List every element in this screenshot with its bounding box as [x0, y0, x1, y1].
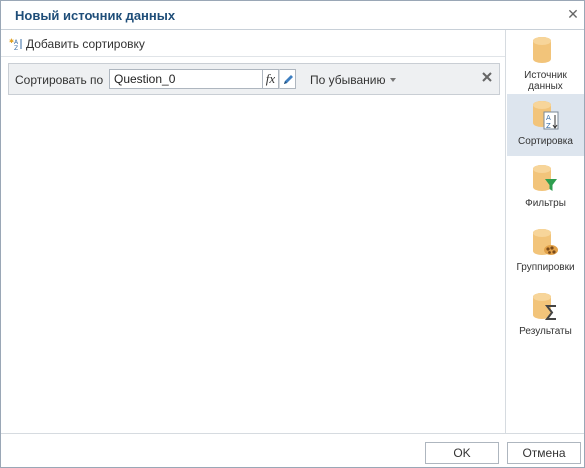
svg-text:Z: Z: [14, 45, 18, 51]
database-sum-icon: [533, 293, 556, 320]
sidebar-item-label: Результаты: [519, 326, 572, 337]
add-sort-button[interactable]: ✱ A Z Добавить сортировку: [9, 35, 145, 53]
sidebar-item-data-source[interactable]: Источник данных: [507, 30, 584, 92]
dialog-window: Новый источник данных ✕ ✱ A Z Добавить с…: [0, 0, 585, 468]
sidebar-item-sort[interactable]: A Z Сортировка: [507, 94, 584, 156]
database-filter-icon: [533, 165, 557, 191]
database-group-icon: [533, 229, 558, 255]
close-dialog-icon[interactable]: ✕: [566, 7, 580, 21]
sidebar-item-label: Фильтры: [525, 198, 566, 209]
sort-by-label: Сортировать по: [15, 73, 104, 87]
ok-button[interactable]: OK: [425, 442, 499, 464]
sidebar-item-results[interactable]: Результаты: [507, 286, 584, 348]
svg-text:A: A: [546, 114, 551, 122]
sidebar-item-label: Источник данных: [524, 70, 567, 92]
sidebar-item-filters[interactable]: Фильтры: [507, 158, 584, 220]
add-sort-label: Добавить сортировку: [26, 37, 145, 51]
database-icon: [533, 37, 551, 63]
edit-field-button[interactable]: [279, 69, 296, 89]
dialog-title: Новый источник данных: [15, 8, 176, 23]
sidebar-item-label: Сортировка: [518, 136, 573, 147]
cancel-button[interactable]: Отмена: [507, 442, 581, 464]
chevron-down-icon: [389, 78, 396, 82]
database-sort-icon: A Z: [533, 101, 559, 130]
add-sort-icon: ✱ A Z: [9, 38, 22, 51]
sidebar: Источник данных A Z Сортировка Фильтры Г…: [507, 30, 584, 433]
dialog-footer: OK Отмена: [1, 433, 584, 467]
sort-field-input[interactable]: [109, 69, 263, 89]
formula-button[interactable]: fx: [263, 69, 279, 89]
svg-text:Z: Z: [546, 122, 551, 130]
main-panel: ✱ A Z Добавить сортировку Сортировать по…: [1, 30, 506, 433]
pencil-icon: [284, 75, 293, 84]
sort-row: Сортировать по fx По убыванию: [8, 63, 500, 95]
sort-order-label: По убыванию: [310, 73, 386, 87]
sort-order-dropdown[interactable]: По убыванию: [310, 73, 396, 87]
sidebar-item-label: Группировки: [516, 262, 575, 273]
remove-sort-icon[interactable]: [481, 71, 493, 83]
title-bar: Новый источник данных ✕: [1, 1, 584, 30]
sidebar-item-groupings[interactable]: Группировки: [507, 222, 584, 284]
toolbar-divider: [1, 56, 505, 57]
